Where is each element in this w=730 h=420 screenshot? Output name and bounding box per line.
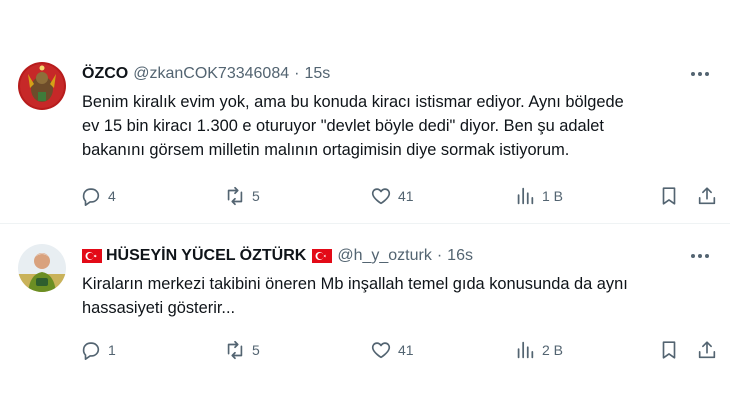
more-icon[interactable] xyxy=(688,64,712,84)
top-blank-area xyxy=(0,0,730,44)
repost-count: 5 xyxy=(252,342,260,358)
display-name[interactable]: ÖZCO xyxy=(82,64,128,84)
share-button[interactable] xyxy=(696,185,718,207)
timestamp[interactable]: 16s xyxy=(447,246,473,266)
tweet-actions: 1 5 41 2 B xyxy=(80,338,718,362)
separator-dot: · xyxy=(436,247,443,264)
repost-button[interactable]: 5 xyxy=(224,185,260,207)
reply-count: 1 xyxy=(108,342,116,358)
tweet-text: Benim kiralık evim yok, ama bu konuda ki… xyxy=(82,93,624,159)
views-icon xyxy=(517,341,534,359)
bookmark-icon xyxy=(662,187,676,205)
view-count: 2 B xyxy=(542,342,564,358)
bookmark-icon xyxy=(662,341,676,359)
repost-count: 5 xyxy=(252,188,260,204)
reply-icon xyxy=(82,342,100,360)
reply-button[interactable]: 1 xyxy=(80,339,116,361)
views-button[interactable]: 2 B xyxy=(514,339,563,361)
tweet[interactable]: HÜSEYİN YÜCEL ÖZTÜRK @h_y_ozturk · 16s K… xyxy=(0,232,730,412)
tweet-header: HÜSEYİN YÜCEL ÖZTÜRK @h_y_ozturk · 16s xyxy=(82,246,473,266)
tweet[interactable]: ÖZCO @zkanCOK73346084 · 15s Benim kiralı… xyxy=(0,50,730,222)
bookmark-button[interactable] xyxy=(658,339,680,361)
reply-count: 4 xyxy=(108,188,116,204)
share-icon xyxy=(698,187,716,205)
avatar[interactable] xyxy=(18,62,66,110)
tweet-actions: 4 5 41 1 B xyxy=(80,184,718,208)
like-button[interactable]: 41 xyxy=(370,339,414,361)
user-handle[interactable]: @h_y_ozturk xyxy=(337,246,432,266)
like-icon xyxy=(371,188,391,205)
tweet-feed: ÖZCO @zkanCOK73346084 · 15s Benim kiralı… xyxy=(0,0,730,420)
like-button[interactable]: 41 xyxy=(370,185,414,207)
reply-icon xyxy=(82,188,100,206)
avatar[interactable] xyxy=(18,244,66,292)
like-count: 41 xyxy=(398,342,414,358)
turkish-flag-icon xyxy=(312,249,333,263)
tweet-header: ÖZCO @zkanCOK73346084 · 15s xyxy=(82,64,330,84)
view-count: 1 B xyxy=(542,188,564,204)
user-handle[interactable]: @zkanCOK73346084 xyxy=(133,64,289,84)
views-button[interactable]: 1 B xyxy=(514,185,563,207)
turkish-flag-icon xyxy=(82,249,102,263)
repost-icon xyxy=(227,340,243,360)
separator-dot: · xyxy=(294,65,300,82)
share-button[interactable] xyxy=(696,339,718,361)
repost-button[interactable]: 5 xyxy=(224,339,260,361)
timestamp[interactable]: 15s xyxy=(304,64,330,84)
more-icon[interactable] xyxy=(688,246,712,266)
share-icon xyxy=(698,341,716,359)
tweet-text: Kiraların merkezi takibini öneren Mb inş… xyxy=(82,275,628,317)
reply-button[interactable]: 4 xyxy=(80,185,116,207)
tweet-divider xyxy=(0,223,730,224)
bookmark-button[interactable] xyxy=(658,185,680,207)
repost-icon xyxy=(227,186,243,206)
display-name[interactable]: HÜSEYİN YÜCEL ÖZTÜRK xyxy=(106,246,306,266)
views-icon xyxy=(517,187,534,205)
like-count: 41 xyxy=(398,188,414,204)
like-icon xyxy=(371,342,391,359)
